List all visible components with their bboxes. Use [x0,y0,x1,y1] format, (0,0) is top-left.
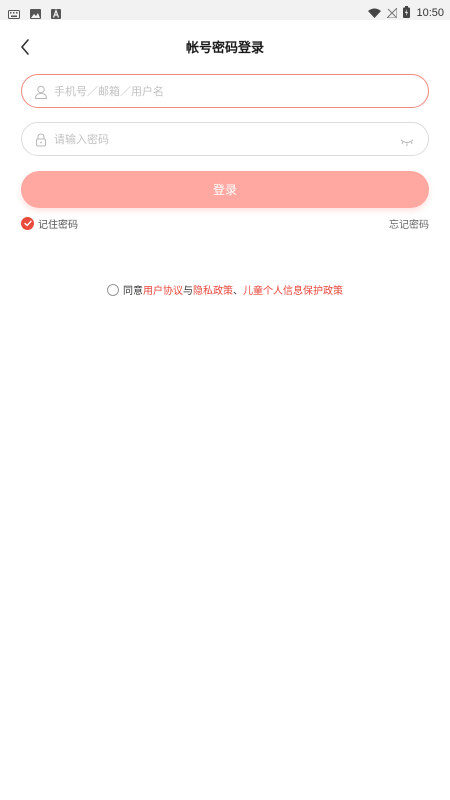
login-button[interactable]: 登录 [21,171,429,208]
agreement-row: 同意 用户协议 与 隐私政策 、 儿童个人信息保护政策 [0,282,450,297]
eye-closed-icon[interactable] [400,133,414,146]
account-input[interactable] [54,75,394,107]
user-icon [34,84,48,100]
agreement-sep: 、 [233,286,243,297]
password-field[interactable] [21,122,429,156]
keyboard-icon [8,4,20,23]
remember-password-label: 记住密码 [38,220,78,231]
password-input[interactable] [54,123,394,155]
page-title: 帐号密码登录 [185,41,264,56]
forgot-password-link[interactable]: 忘记密码 [389,216,429,231]
check-icon [21,217,34,230]
status-time: 10:50 [416,6,444,19]
user-agreement-link[interactable]: 用户协议 [143,282,183,297]
header: 帐号密码登录 [0,28,450,66]
agreement-checkbox[interactable] [107,283,119,296]
privacy-policy-link[interactable]: 隐私政策 [193,282,233,297]
agreement-and: 与 [183,286,193,297]
wifi-icon [368,3,382,22]
no-signal-icon [386,3,398,22]
lock-icon [34,132,48,147]
battery-charging-icon [403,3,411,22]
account-field[interactable] [21,74,429,108]
child-privacy-policy-link[interactable]: 儿童个人信息保护政策 [243,282,343,297]
status-bar: 10:50 [0,0,450,20]
remember-password-toggle[interactable]: 记住密码 [21,216,78,231]
font-a-icon [51,4,61,23]
agreement-prefix: 同意 [123,286,143,297]
image-icon [30,4,41,23]
